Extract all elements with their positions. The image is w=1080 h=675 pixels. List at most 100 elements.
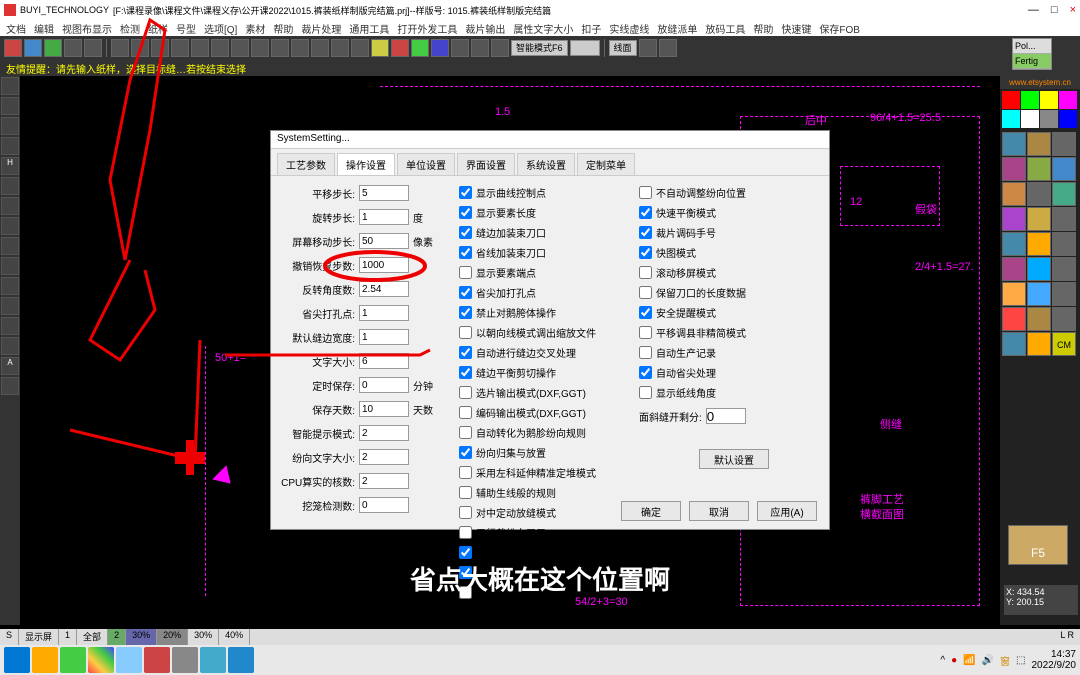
palette-tool[interactable] [1027, 157, 1051, 181]
checkbox[interactable] [459, 486, 472, 499]
palette-tool[interactable] [1027, 307, 1051, 331]
palette-tool[interactable] [1002, 182, 1026, 206]
tool-button[interactable] [1, 277, 19, 295]
tab-operation[interactable]: 操作设置 [337, 153, 395, 175]
tab-system[interactable]: 系统设置 [517, 153, 575, 175]
toolbar-button[interactable] [491, 39, 509, 57]
toolbar-button[interactable] [351, 39, 369, 57]
checkbox[interactable] [459, 206, 472, 219]
toolbar-button[interactable] [191, 39, 209, 57]
palette-tool[interactable] [1052, 307, 1076, 331]
checkbox[interactable] [459, 186, 472, 199]
taskbar-app[interactable] [200, 647, 226, 673]
checkbox[interactable] [459, 366, 472, 379]
checkbox[interactable] [639, 346, 652, 359]
bottom-tab[interactable]: 2 [108, 629, 126, 645]
menu-item[interactable]: 纸样 [148, 21, 168, 36]
tray-icon[interactable]: 窗 [1000, 653, 1010, 668]
toolbar-button[interactable] [271, 39, 289, 57]
cpu-input[interactable] [359, 473, 409, 489]
checkbox[interactable] [639, 306, 652, 319]
undo-input[interactable] [359, 257, 409, 273]
dart-input[interactable] [359, 305, 409, 321]
tool-button[interactable] [1, 197, 19, 215]
toolbar-button[interactable] [391, 39, 409, 57]
toolbar-button[interactable] [111, 39, 129, 57]
clock[interactable]: 14:37 2022/9/20 [1032, 649, 1077, 671]
palette-tool[interactable] [1027, 182, 1051, 206]
tool-button[interactable] [1, 377, 19, 395]
tool-button[interactable] [1, 177, 19, 195]
checkbox[interactable] [459, 246, 472, 259]
tab-unit[interactable]: 单位设置 [397, 153, 455, 175]
tool-button[interactable] [1, 297, 19, 315]
color-swatch[interactable] [1040, 91, 1058, 109]
palette-tool[interactable] [1052, 132, 1076, 156]
color-swatch[interactable] [1002, 91, 1020, 109]
checkbox[interactable] [459, 506, 472, 519]
line-combo[interactable]: 线面 [609, 40, 637, 56]
taskbar-app[interactable] [172, 647, 198, 673]
checkbox[interactable] [459, 526, 472, 539]
menu-item[interactable]: 选项[Q] [204, 21, 237, 36]
menu-item[interactable]: 实线虚线 [609, 21, 649, 36]
toolbar-button[interactable] [659, 39, 677, 57]
bottom-tab[interactable]: 40% [219, 629, 250, 645]
menu-item[interactable]: 裁片输出 [465, 21, 505, 36]
menu-item[interactable]: 文档 [6, 21, 26, 36]
bottom-tab[interactable]: S [0, 629, 19, 645]
palette-tool[interactable] [1052, 182, 1076, 206]
toolbar-button[interactable] [471, 39, 489, 57]
cancel-button[interactable]: 取消 [689, 501, 749, 521]
palette-tool[interactable] [1027, 282, 1051, 306]
bottom-tab[interactable]: 20% [157, 629, 188, 645]
tool-button[interactable]: H [1, 157, 19, 175]
menu-item[interactable]: 保存FOB [819, 21, 860, 36]
checkbox[interactable] [459, 326, 472, 339]
toolbar-button[interactable] [411, 39, 429, 57]
toolbar-button[interactable] [331, 39, 349, 57]
tab-interface[interactable]: 界面设置 [457, 153, 515, 175]
textsize-input[interactable] [359, 449, 409, 465]
toolbar-button[interactable] [291, 39, 309, 57]
toolbar-button[interactable] [64, 39, 82, 57]
tray-icon[interactable]: ● [951, 655, 957, 666]
tool-button[interactable] [1, 257, 19, 275]
toolbar-button[interactable] [131, 39, 149, 57]
f5-button[interactable]: F5 [1008, 525, 1068, 565]
color-swatch[interactable] [1002, 110, 1020, 128]
taskbar-app[interactable] [88, 647, 114, 673]
step-input[interactable] [359, 185, 409, 201]
menu-item[interactable]: 帮助 [753, 21, 773, 36]
checkbox[interactable] [459, 226, 472, 239]
color-swatch[interactable] [1021, 91, 1039, 109]
palette-tool[interactable] [1002, 232, 1026, 256]
color-swatch[interactable] [1021, 110, 1039, 128]
apply-button[interactable]: 应用(A) [757, 501, 817, 521]
tool-button[interactable] [1, 77, 19, 95]
palette-tool[interactable] [1052, 257, 1076, 281]
bottom-tab[interactable]: 1 [59, 629, 77, 645]
tray-icon[interactable]: 🔊 [982, 655, 994, 666]
tray-icon[interactable]: 📶 [963, 655, 975, 666]
toolbar-button[interactable] [311, 39, 329, 57]
checkbox[interactable] [639, 366, 652, 379]
tool-button[interactable] [1, 317, 19, 335]
menu-item[interactable]: 打开外发工具 [397, 21, 457, 36]
menu-item[interactable]: 通用工具 [349, 21, 389, 36]
toolbar-button[interactable] [171, 39, 189, 57]
tray-icon[interactable]: ⬚ [1016, 655, 1025, 666]
color-swatch[interactable] [1059, 110, 1077, 128]
checkbox[interactable] [639, 326, 652, 339]
checkbox[interactable] [459, 426, 472, 439]
toolbar-button[interactable] [639, 39, 657, 57]
taskbar-app[interactable] [32, 647, 58, 673]
checkbox[interactable] [459, 406, 472, 419]
screen-input[interactable] [359, 233, 409, 249]
tool-button[interactable] [1, 137, 19, 155]
color-swatch[interactable] [1040, 110, 1058, 128]
tool-button[interactable] [1, 117, 19, 135]
palette-tool[interactable] [1002, 307, 1026, 331]
palette-tool[interactable] [1002, 257, 1026, 281]
smart-input[interactable] [359, 425, 409, 441]
